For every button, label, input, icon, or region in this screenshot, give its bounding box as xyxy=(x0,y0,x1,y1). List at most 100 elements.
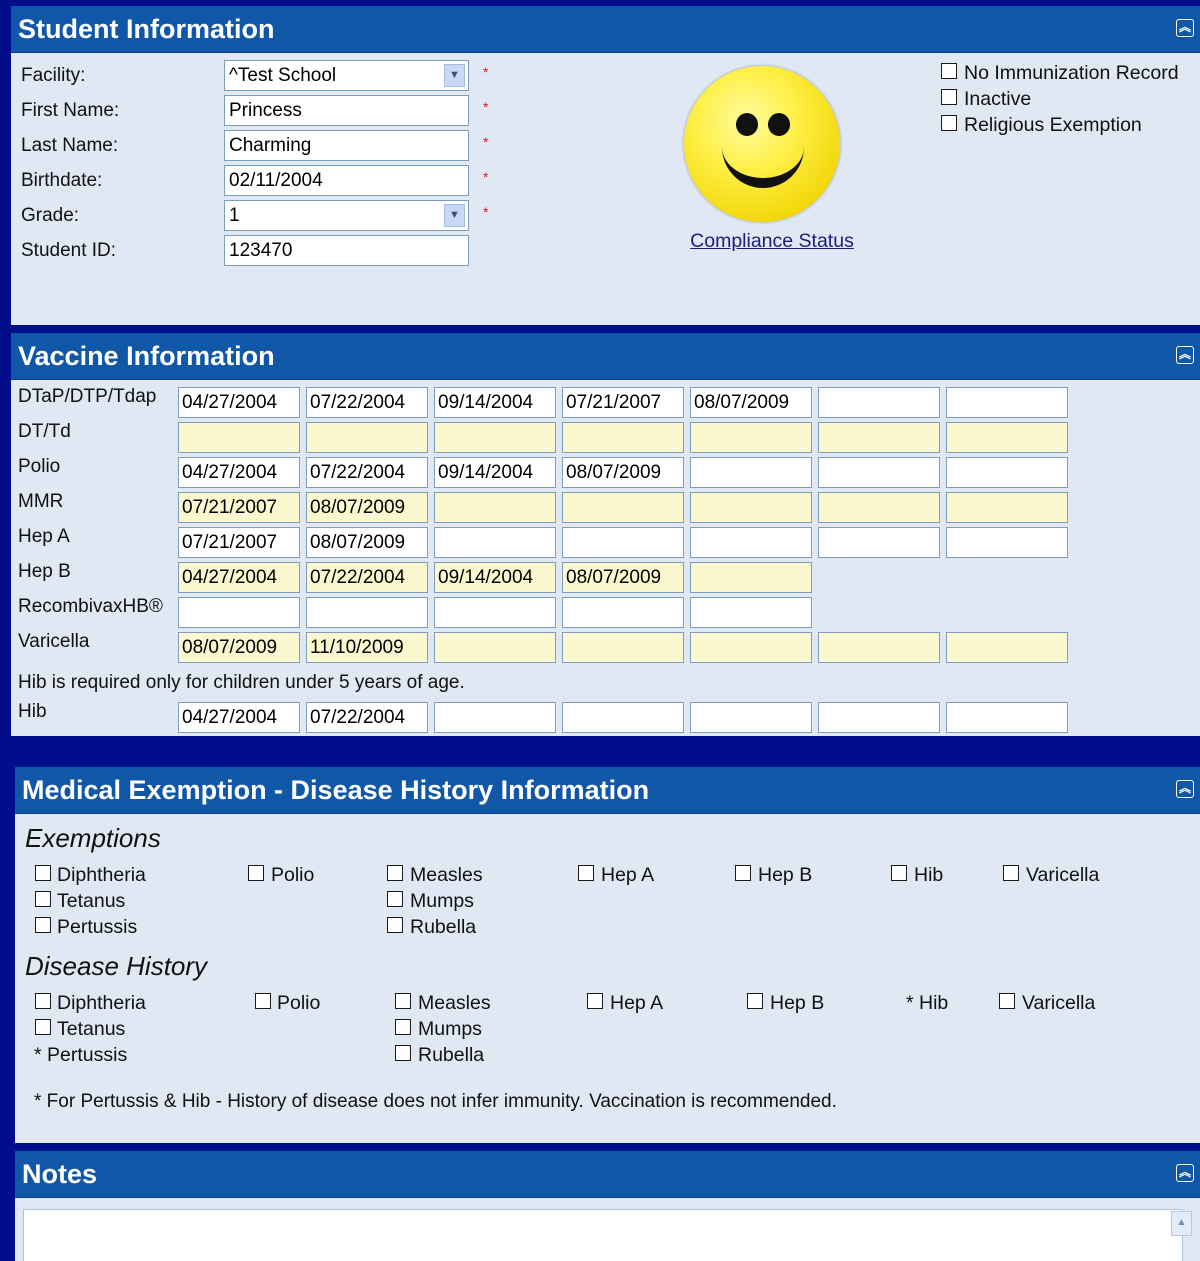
vaccine-date-field[interactable] xyxy=(818,632,940,663)
required-marker: * xyxy=(483,169,489,185)
chevron-down-icon[interactable]: ▼ xyxy=(444,204,465,227)
history-mumps-checkbox[interactable] xyxy=(395,1019,411,1035)
exemption-hib-checkbox[interactable] xyxy=(891,865,907,881)
vaccine-date-field[interactable] xyxy=(562,527,684,558)
vaccine-date-field[interactable] xyxy=(818,457,940,488)
exemption-mumps-checkbox[interactable] xyxy=(387,891,403,907)
vaccine-date-field[interactable] xyxy=(946,492,1068,523)
vaccine-date-field[interactable]: 11/10/2009 xyxy=(306,632,428,663)
vaccine-date-field[interactable]: 07/22/2004 xyxy=(306,457,428,488)
exemption-hep-b-checkbox[interactable] xyxy=(735,865,751,881)
vaccine-date-field[interactable]: 09/14/2004 xyxy=(434,457,556,488)
vaccine-date-field[interactable] xyxy=(306,597,428,628)
vaccine-date-field[interactable] xyxy=(818,422,940,453)
exemption-polio-checkbox[interactable] xyxy=(248,865,264,881)
facility-select[interactable]: ^Test School ▼ xyxy=(224,60,469,91)
vaccine-date-field[interactable]: 08/07/2009 xyxy=(306,527,428,558)
compliance-status-link[interactable]: Compliance Status xyxy=(684,230,860,253)
vaccine-date-field[interactable]: 04/27/2004 xyxy=(178,387,300,418)
vaccine-date-field[interactable]: 08/07/2009 xyxy=(178,632,300,663)
vaccine-date-field[interactable]: 08/07/2009 xyxy=(562,562,684,593)
vaccine-date-field[interactable] xyxy=(946,457,1068,488)
vaccine-date-field[interactable] xyxy=(818,492,940,523)
vaccine-date-field[interactable] xyxy=(818,527,940,558)
vaccine-date-field[interactable] xyxy=(690,597,812,628)
double-chevron-up-icon[interactable]: ︽ xyxy=(1176,780,1194,798)
vaccine-date-field[interactable]: 08/07/2009 xyxy=(306,492,428,523)
vaccine-date-field[interactable] xyxy=(946,527,1068,558)
vaccine-date-field[interactable]: 07/21/2007 xyxy=(178,492,300,523)
exemption-rubella-checkbox[interactable] xyxy=(387,917,403,933)
religious-exemption-checkbox[interactable] xyxy=(941,115,957,131)
history-diphtheria-checkbox[interactable] xyxy=(35,993,51,1009)
vaccine-date-field[interactable]: 07/21/2007 xyxy=(562,387,684,418)
exemption-varicella-checkbox[interactable] xyxy=(1003,865,1019,881)
first-name-field[interactable]: Princess xyxy=(224,95,469,126)
vaccine-date-field[interactable]: 07/22/2004 xyxy=(306,562,428,593)
exemption-diphtheria-label: Diphtheria xyxy=(57,864,146,886)
student-id-field[interactable]: 123470 xyxy=(224,235,469,266)
vaccine-date-field[interactable] xyxy=(562,632,684,663)
vaccine-date-field[interactable] xyxy=(306,422,428,453)
vaccine-date-field[interactable] xyxy=(946,422,1068,453)
vaccine-date-field[interactable] xyxy=(690,422,812,453)
history-tetanus-checkbox[interactable] xyxy=(35,1019,51,1035)
vaccine-date-field[interactable] xyxy=(434,597,556,628)
vaccine-date-field[interactable]: 08/07/2009 xyxy=(562,457,684,488)
vaccine-date-field[interactable] xyxy=(562,597,684,628)
vaccine-date-field[interactable] xyxy=(562,702,684,733)
vaccine-date-field[interactable] xyxy=(946,387,1068,418)
vaccine-date-field[interactable] xyxy=(690,492,812,523)
vaccine-date-field[interactable] xyxy=(818,387,940,418)
vaccine-date-field[interactable] xyxy=(434,492,556,523)
double-chevron-up-icon[interactable]: ︽ xyxy=(1176,346,1194,364)
exemption-measles-checkbox[interactable] xyxy=(387,865,403,881)
vaccine-date-field[interactable] xyxy=(434,702,556,733)
history-hep-a-checkbox[interactable] xyxy=(587,993,603,1009)
vaccine-date-field[interactable] xyxy=(946,702,1068,733)
vaccine-date-field[interactable] xyxy=(562,422,684,453)
exemption-pertussis-checkbox[interactable] xyxy=(35,917,51,933)
vaccine-date-field[interactable] xyxy=(562,492,684,523)
inactive-checkbox[interactable] xyxy=(941,89,957,105)
vaccine-date-field[interactable]: 08/07/2009 xyxy=(690,387,812,418)
vaccine-date-field[interactable]: 07/22/2004 xyxy=(306,702,428,733)
vaccine-date-field[interactable] xyxy=(690,562,812,593)
history-rubella-checkbox[interactable] xyxy=(395,1045,411,1061)
vaccine-date-field[interactable]: 04/27/2004 xyxy=(178,457,300,488)
birthdate-field[interactable]: 02/11/2004 xyxy=(224,165,469,196)
scroll-up-icon[interactable]: ▲ xyxy=(1171,1211,1192,1236)
vaccine-date-field[interactable]: 09/14/2004 xyxy=(434,562,556,593)
vaccine-date-field[interactable]: 04/27/2004 xyxy=(178,702,300,733)
no-immunization-record-checkbox[interactable] xyxy=(941,63,957,79)
double-chevron-up-icon[interactable]: ︽ xyxy=(1176,19,1194,37)
vaccine-row-label: DTaP/DTP/Tdap xyxy=(18,386,157,407)
notes-textarea[interactable] xyxy=(23,1209,1183,1261)
vaccine-date-field[interactable]: 04/27/2004 xyxy=(178,562,300,593)
vaccine-date-field[interactable] xyxy=(434,422,556,453)
vaccine-date-field[interactable] xyxy=(690,702,812,733)
history-polio-checkbox[interactable] xyxy=(255,993,271,1009)
vaccine-date-field[interactable] xyxy=(434,632,556,663)
last-name-field[interactable]: Charming xyxy=(224,130,469,161)
history-hep-b-checkbox[interactable] xyxy=(747,993,763,1009)
grade-select[interactable]: 1 ▼ xyxy=(224,200,469,231)
vaccine-date-field[interactable] xyxy=(178,422,300,453)
double-chevron-up-icon[interactable]: ︽ xyxy=(1176,1164,1194,1182)
history-varicella-checkbox[interactable] xyxy=(999,993,1015,1009)
vaccine-date-field[interactable] xyxy=(946,632,1068,663)
chevron-down-icon[interactable]: ▼ xyxy=(444,64,465,87)
vaccine-date-field[interactable]: 07/21/2007 xyxy=(178,527,300,558)
vaccine-date-field[interactable] xyxy=(690,527,812,558)
vaccine-date-field[interactable] xyxy=(434,527,556,558)
vaccine-date-field[interactable]: 07/22/2004 xyxy=(306,387,428,418)
vaccine-date-field[interactable] xyxy=(178,597,300,628)
exemption-diphtheria-checkbox[interactable] xyxy=(35,865,51,881)
vaccine-date-field[interactable] xyxy=(690,632,812,663)
history-measles-checkbox[interactable] xyxy=(395,993,411,1009)
vaccine-date-field[interactable] xyxy=(818,702,940,733)
exemption-hep-a-checkbox[interactable] xyxy=(578,865,594,881)
vaccine-date-field[interactable]: 09/14/2004 xyxy=(434,387,556,418)
vaccine-date-field[interactable] xyxy=(690,457,812,488)
exemption-tetanus-checkbox[interactable] xyxy=(35,891,51,907)
